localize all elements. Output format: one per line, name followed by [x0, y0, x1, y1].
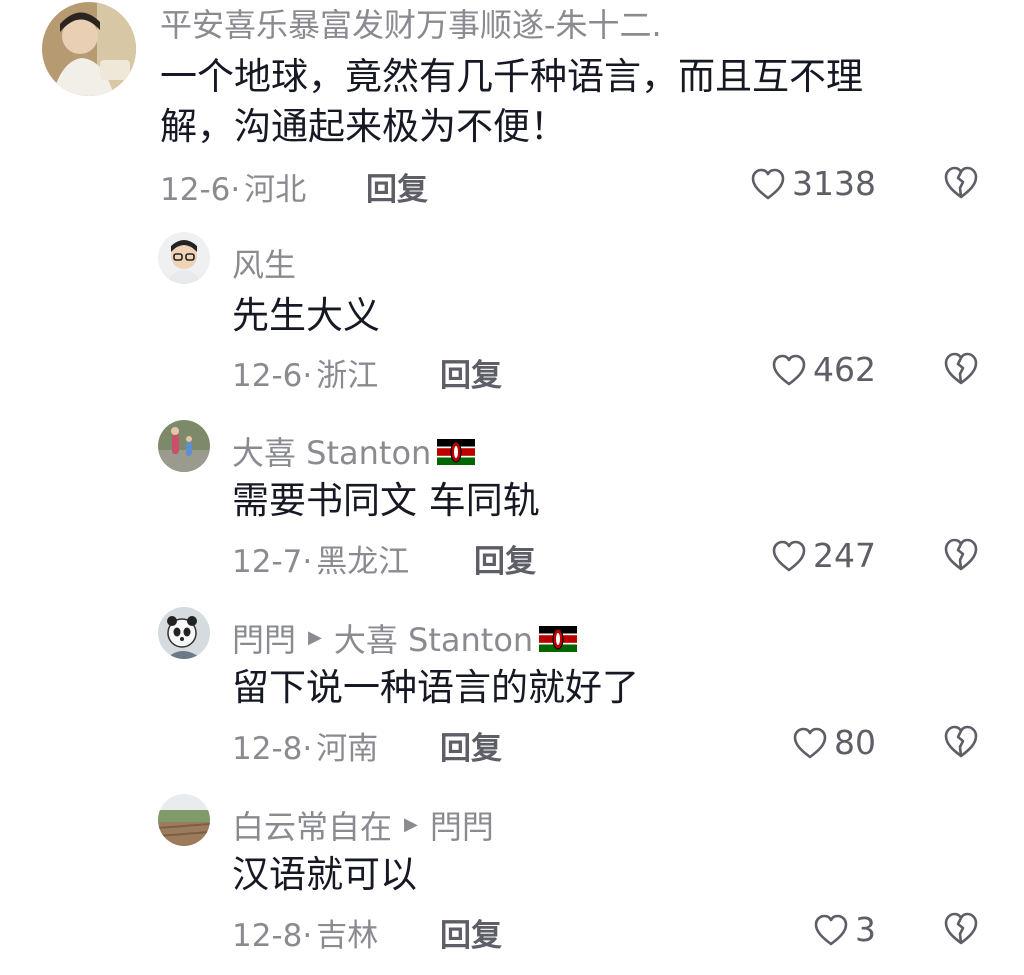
comment-username[interactable]: 閂閂 ▶ 大喜 Stanton: [232, 615, 578, 661]
avatar[interactable]: [158, 232, 210, 284]
like-count: 462: [813, 350, 876, 389]
reply-button[interactable]: 回复: [440, 910, 502, 955]
dislike-button[interactable]: [942, 164, 980, 200]
avatar[interactable]: [158, 794, 210, 846]
comment-meta: 12-8· 河南: [232, 723, 378, 768]
comment-meta: 12-8· 吉林: [232, 910, 378, 955]
reply-item: 閂閂 ▶ 大喜 Stanton 留下说一种语言的就好了 12-8· 河南 回复 8…: [0, 605, 1024, 775]
heart-outline-icon: [772, 354, 806, 385]
reply-button[interactable]: 回复: [440, 350, 502, 395]
like-button[interactable]: 3: [813, 910, 876, 949]
comment-text: 先生大义: [232, 294, 380, 337]
avatar[interactable]: [158, 420, 210, 472]
like-button[interactable]: 80: [792, 723, 876, 762]
like-button[interactable]: 462: [771, 350, 876, 389]
like-button[interactable]: 247: [771, 536, 876, 575]
reply-button[interactable]: 回复: [474, 536, 536, 581]
like-button[interactable]: 3138: [750, 164, 876, 203]
comment-location: 吉林: [316, 918, 379, 954]
dislike-button[interactable]: [942, 723, 980, 759]
comment-username[interactable]: 风生: [232, 240, 296, 286]
dislike-button[interactable]: [942, 536, 980, 572]
reply-item: 白云常自在 ▶ 閂閂 汉语就可以 12-8· 吉林 回复 3: [0, 792, 1024, 972]
comment-text: 一个地球，竟然有几千种语言，而且互不理 解，沟通起来极为不便！: [160, 55, 863, 148]
avatar-image: [158, 607, 210, 659]
comment-date: 12-8: [232, 731, 303, 767]
broken-heart-icon: [944, 725, 978, 758]
comment-location: 黑龙江: [316, 544, 410, 580]
avatar-image: [158, 420, 210, 472]
comment-meta: 12-6· 浙江: [232, 350, 378, 395]
comment-date: 12-8: [232, 918, 303, 954]
dislike-button[interactable]: [942, 910, 980, 946]
comment-text: 汉语就可以: [232, 853, 417, 896]
kenya-flag-icon: [539, 626, 578, 652]
comment-meta: 12-7· 黑龙江: [232, 536, 409, 581]
comment-location: 河南: [316, 731, 379, 767]
broken-heart-icon: [944, 538, 978, 571]
broken-heart-icon: [944, 166, 978, 199]
kenya-flag-icon: [437, 439, 476, 465]
heart-outline-icon: [772, 540, 806, 571]
avatar-image: [158, 232, 210, 284]
comment-text: 留下说一种语言的就好了: [232, 666, 639, 709]
dislike-button[interactable]: [942, 350, 980, 386]
reply-to-username[interactable]: 大喜 Stanton: [334, 615, 533, 661]
comment-meta: 12-6· 河北: [160, 164, 306, 209]
avatar-image: [42, 2, 136, 96]
heart-outline-icon: [751, 168, 785, 199]
meta-separator: ·: [302, 731, 313, 767]
like-count: 80: [834, 723, 876, 762]
avatar[interactable]: [42, 2, 136, 96]
broken-heart-icon: [944, 912, 978, 945]
triangle-right-icon: ▶: [308, 626, 322, 648]
like-count: 3: [855, 910, 876, 949]
heart-outline-icon: [814, 914, 848, 945]
avatar[interactable]: [158, 607, 210, 659]
reply-item: 风生 先生大义 12-6· 浙江 回复 462: [0, 230, 1024, 400]
reply-button[interactable]: 回复: [440, 723, 502, 768]
comment-text: 需要书同文 车同轨: [232, 479, 540, 522]
comment-username[interactable]: 白云常自在 ▶ 閂閂: [232, 802, 494, 848]
reply-button[interactable]: 回复: [366, 164, 428, 209]
avatar-image: [158, 794, 210, 846]
reply-to-username[interactable]: 閂閂: [430, 802, 494, 848]
like-count: 247: [813, 536, 876, 575]
meta-separator: ·: [302, 358, 313, 394]
comment-date: 12-6: [160, 172, 231, 208]
comment-username[interactable]: 大喜 Stanton: [232, 428, 476, 474]
comment-item: 平安喜乐暴富发财万事顺遂-朱十二. 一个地球，竟然有几千种语言，而且互不理 解，…: [0, 0, 1024, 215]
triangle-right-icon: ▶: [404, 813, 418, 835]
comment-date: 12-7: [232, 544, 303, 580]
heart-outline-icon: [793, 727, 827, 758]
meta-separator: ·: [230, 172, 241, 208]
reply-item: 大喜 Stanton 需要书同文 车同轨 12-7· 黑龙江 回复 247: [0, 418, 1024, 588]
meta-separator: ·: [302, 918, 313, 954]
like-count: 3138: [792, 164, 876, 203]
broken-heart-icon: [944, 352, 978, 385]
comment-location: 河北: [244, 172, 307, 208]
meta-separator: ·: [302, 544, 313, 580]
comment-location: 浙江: [316, 358, 379, 394]
comment-username[interactable]: 平安喜乐暴富发财万事顺遂-朱十二.: [160, 0, 662, 46]
comment-date: 12-6: [232, 358, 303, 394]
